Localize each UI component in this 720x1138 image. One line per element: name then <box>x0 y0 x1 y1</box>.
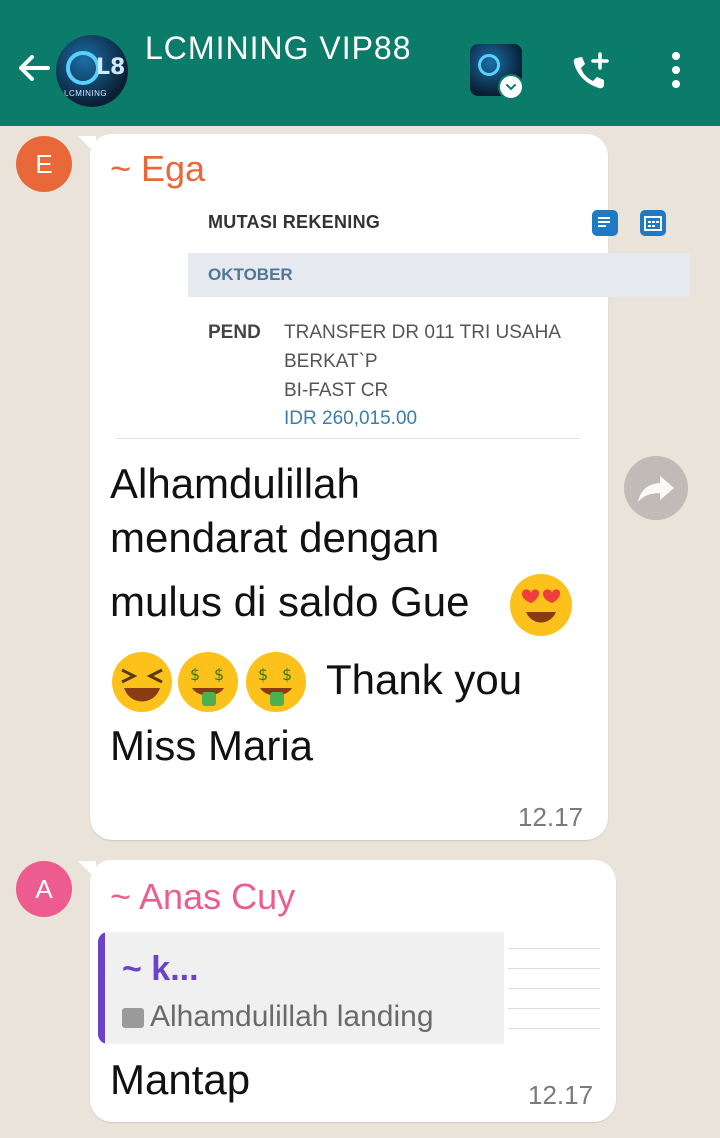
transaction-amount: IDR 260,015.00 <box>284 408 418 429</box>
message-text-line: mendarat dengan <box>110 514 440 561</box>
message-text-line: mulus di saldo Gue <box>110 578 470 625</box>
add-call-icon[interactable] <box>568 50 614 96</box>
more-vert-icon[interactable] <box>666 50 686 90</box>
svg-text:$: $ <box>258 665 268 684</box>
bank-screenshot-image[interactable]: MUTASI REKENING OKTOBER PEND TRANSFER DR… <box>188 196 690 446</box>
thumb-line <box>508 1028 600 1029</box>
avatar-logo-subtext: LCMINING <box>64 89 108 98</box>
chevron-down-icon <box>498 74 524 100</box>
quoted-message[interactable]: ~ k... Alhamdulillah landing <box>98 932 604 1044</box>
invoice-icon <box>592 210 618 236</box>
message-text-line: Thank you <box>326 656 523 703</box>
chat-header: L8 LCMINING LCMINING VIP88 <box>0 0 720 126</box>
community-avatar[interactable] <box>470 44 524 100</box>
chat-area[interactable]: E ~ Ega MUTASI REKENING OKTOBER PEND TRA… <box>0 126 720 1138</box>
sender-avatar-anas[interactable]: A <box>16 861 72 917</box>
avatar-logo-text: L8 <box>96 55 126 80</box>
quote-text: Alhamdulillah landing <box>150 1000 434 1033</box>
sender-avatar-ega[interactable]: E <box>16 136 72 192</box>
quote-sender: ~ k... <box>122 950 199 988</box>
arrow-left-icon[interactable] <box>14 48 54 88</box>
logo-ring-icon <box>66 51 100 85</box>
chat-title[interactable]: LCMINING VIP88 <box>145 30 412 67</box>
svg-text:$: $ <box>282 665 292 684</box>
group-avatar[interactable]: L8 LCMINING <box>56 35 128 107</box>
sender-name[interactable]: ~ Ega <box>110 148 205 190</box>
transaction-line-3: BI-FAST CR <box>284 380 389 401</box>
thumb-line <box>508 968 600 969</box>
quote-thumbnail-image <box>504 932 604 1044</box>
bank-title: MUTASI REKENING <box>208 212 381 232</box>
message-text-line: Miss Maria <box>110 722 314 769</box>
message-time: 12.17 <box>528 1080 594 1110</box>
message-bubble[interactable]: ~ Ega MUTASI REKENING OKTOBER PEND TRANS… <box>90 134 690 840</box>
forward-icon <box>638 476 674 502</box>
thumb-line <box>508 948 600 949</box>
photo-icon <box>122 1008 144 1028</box>
money-mouth-emoji-icon: $ $ <box>246 652 306 712</box>
thumb-line <box>508 988 600 989</box>
message-bubble[interactable]: ~ Anas Cuy ~ k... Alhamdulillah landing … <box>90 860 616 1122</box>
month-header: OKTOBER <box>188 253 690 297</box>
message-time: 12.17 <box>518 802 584 832</box>
sender-name[interactable]: ~ Anas Cuy <box>110 876 295 918</box>
calendar-icon <box>640 210 666 236</box>
transaction-status: PEND <box>208 322 261 343</box>
thumb-line <box>508 1008 600 1009</box>
laughing-emoji-icon <box>112 652 172 712</box>
money-mouth-emoji-icon: $ $ <box>178 652 238 712</box>
divider <box>116 438 580 439</box>
transaction-line-1: TRANSFER DR 011 TRI USAHA <box>284 322 561 343</box>
month-label: OKTOBER <box>208 265 293 284</box>
transaction-line-2: BERKAT`P <box>284 351 378 372</box>
svg-text:$: $ <box>190 665 200 684</box>
heart-eyes-emoji-icon <box>510 574 572 636</box>
logo-ring-icon <box>478 54 500 76</box>
svg-text:$: $ <box>214 665 224 684</box>
quote-accent-bar <box>98 932 105 1044</box>
message-text: Mantap <box>110 1056 251 1103</box>
forward-button[interactable] <box>624 456 688 520</box>
